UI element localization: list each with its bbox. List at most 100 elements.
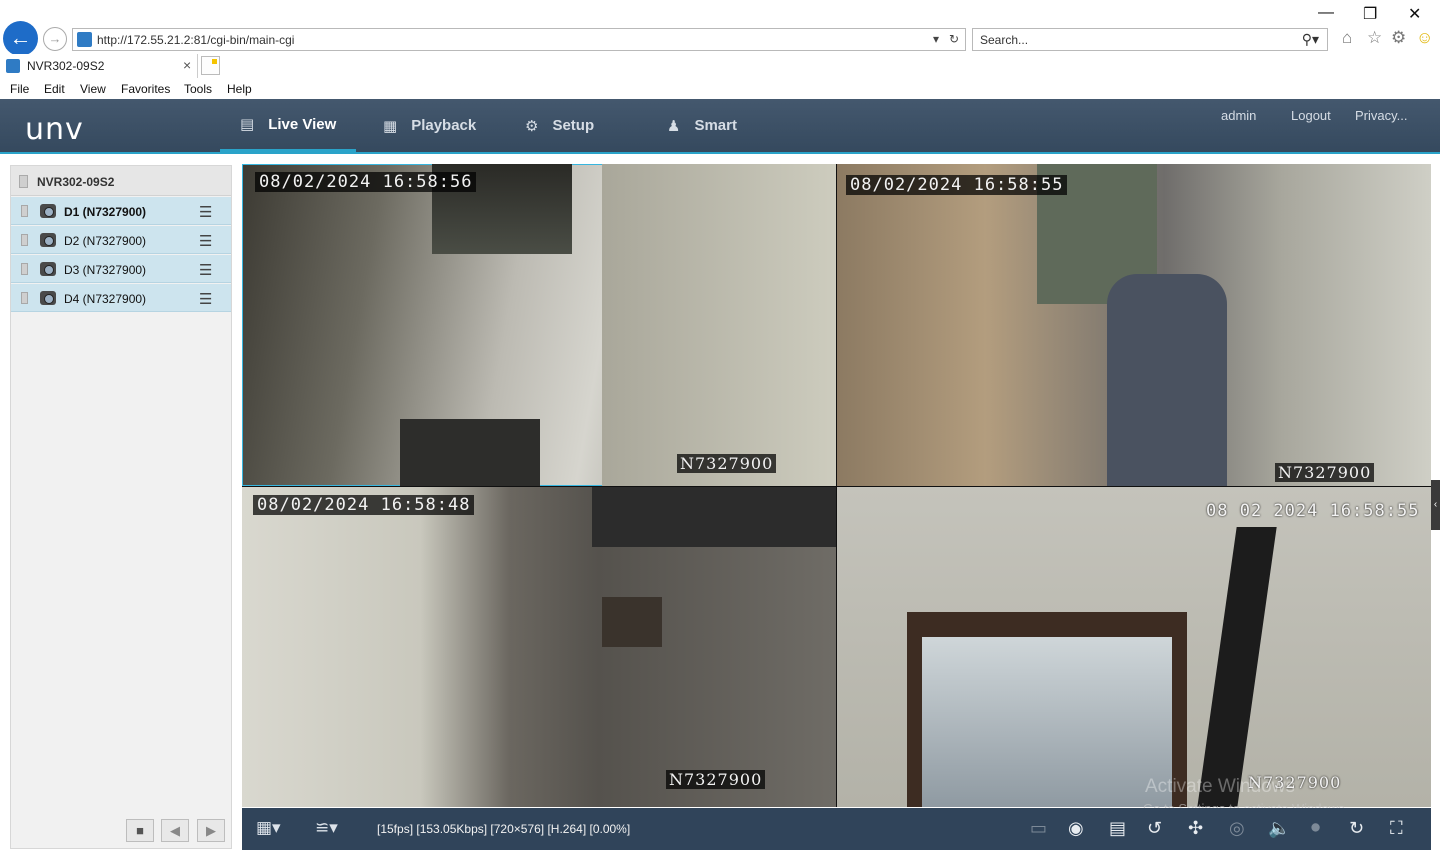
site-favicon-icon: [77, 32, 92, 47]
nav-playback[interactable]: ▦ Playback: [383, 99, 476, 152]
nvr-node[interactable]: NVR302-09S2: [11, 166, 231, 196]
search-icon[interactable]: ⚲▾: [1302, 31, 1319, 48]
camera-icon: [40, 262, 56, 276]
stream-type-icon[interactable]: ≌▾: [315, 818, 338, 838]
device-label: D1 (N7327900): [64, 205, 147, 219]
prev-page-icon[interactable]: ◀: [161, 819, 189, 842]
next-page-icon[interactable]: ▶: [197, 819, 225, 842]
device-row-d4[interactable]: D4 (N7327900) ☰: [11, 284, 231, 312]
video-timestamp: 08/02/2024 16:58:48: [253, 495, 475, 515]
video-feed-object: [400, 419, 540, 486]
privacy-link[interactable]: Privacy...: [1355, 108, 1408, 123]
video-feed-cables: [1197, 527, 1277, 807]
video-tile-d1[interactable]: 08/02/2024 16:58:56 N7327900: [242, 164, 836, 486]
person-icon: ♟: [667, 117, 681, 135]
3d-zoom-icon[interactable]: ↻: [1349, 818, 1364, 839]
instant-playback-icon[interactable]: ↺: [1147, 818, 1162, 839]
digital-zoom-icon[interactable]: ◎: [1229, 818, 1245, 839]
minimize-icon[interactable]: —: [1318, 4, 1334, 22]
video-timestamp: 08/02/2024 16:58:56: [255, 172, 477, 192]
nav-label: Setup: [552, 117, 595, 134]
search-box[interactable]: Search... ⚲▾: [972, 28, 1328, 51]
device-label: D2 (N7327900): [64, 234, 147, 248]
menu-tools[interactable]: Tools: [184, 82, 212, 96]
device-row-d2[interactable]: D2 (N7327900) ☰: [11, 226, 231, 254]
camera-id-label: N7327900: [1275, 463, 1375, 482]
back-arrow-icon[interactable]: ←: [3, 21, 38, 56]
menu-file[interactable]: File: [10, 82, 29, 96]
menu-edit[interactable]: Edit: [44, 82, 65, 96]
snapshot-icon[interactable]: ◉: [1068, 818, 1084, 839]
tab-favicon-icon: [6, 59, 20, 73]
favorites-star-icon[interactable]: ☆: [1367, 28, 1382, 48]
activation-watermark: Activate Windows: [1145, 776, 1295, 797]
menu-favorites[interactable]: Favorites: [121, 82, 170, 96]
tab-close-icon[interactable]: ×: [183, 57, 191, 73]
nvr-name: NVR302-09S2: [37, 175, 115, 189]
fullscreen-icon[interactable]: ⛶: [1390, 818, 1403, 839]
home-icon[interactable]: ⌂: [1342, 28, 1352, 48]
audio-icon[interactable]: 🔈: [1268, 818, 1290, 839]
video-grid: 08/02/2024 16:58:56 N7327900 08/02/2024 …: [242, 164, 1431, 807]
device-status-icon: [21, 234, 28, 246]
nav-label: Live View: [268, 115, 337, 133]
video-tile-d2[interactable]: 08/02/2024 16:58:55 N7327900: [837, 164, 1431, 486]
collapse-panel-icon[interactable]: ‹: [1431, 480, 1440, 530]
nav-label: Smart: [694, 117, 737, 134]
restore-icon[interactable]: ❐: [1363, 4, 1377, 24]
menu-bar: File Edit View Favorites Tools Help: [0, 78, 1440, 99]
refresh-icon[interactable]: ↻: [949, 32, 959, 46]
menu-view[interactable]: View: [80, 82, 106, 96]
record-settings-icon[interactable]: ☰: [199, 261, 212, 279]
close-icon[interactable]: ✕: [1408, 4, 1421, 24]
device-row-d1[interactable]: D1 (N7327900) ☰: [11, 197, 231, 225]
camera-icon: [40, 233, 56, 247]
tab-strip: NVR302-09S2 ×: [0, 54, 1440, 78]
stop-all-button[interactable]: ■: [126, 819, 154, 842]
screen-layout-icon[interactable]: ▦▾: [256, 818, 281, 838]
film-icon: ▦: [383, 117, 398, 135]
address-url[interactable]: http://172.55.21.2:81/cgi-bin/main-cgi: [97, 33, 294, 47]
monitor-icon: ▤: [240, 116, 255, 133]
nav-label: Playback: [411, 117, 477, 134]
camera-id-label: N7327900: [677, 454, 777, 473]
smiley-icon[interactable]: ☺: [1416, 28, 1433, 48]
ptz-icon[interactable]: ✣: [1188, 818, 1203, 839]
nav-live-view[interactable]: ▤ Live View: [220, 99, 357, 152]
video-feed-wall: [602, 164, 836, 486]
record-settings-icon[interactable]: ☰: [199, 290, 212, 308]
search-input[interactable]: Search...: [980, 33, 1028, 47]
video-tile-d3[interactable]: 08/02/2024 16:58:48 N7327900: [242, 487, 836, 807]
gear-icon[interactable]: ⚙: [1391, 28, 1406, 48]
talk-mic-icon[interactable]: ⚫: [1308, 818, 1323, 839]
clip-icon[interactable]: ▤: [1109, 818, 1126, 839]
nav-smart[interactable]: ♟ Smart: [667, 99, 737, 152]
device-status-icon: [21, 292, 28, 304]
local-record-icon[interactable]: ▭: [1030, 818, 1047, 839]
browser-tab[interactable]: NVR302-09S2 ×: [0, 54, 198, 78]
menu-help[interactable]: Help: [227, 82, 252, 96]
logout-link[interactable]: Logout: [1291, 108, 1331, 123]
live-toolbar: ▦▾ ≌▾ [15fps] [153.05Kbps] [720×576] [H.…: [242, 808, 1431, 850]
record-settings-icon[interactable]: ☰: [199, 203, 212, 221]
video-tile-d4[interactable]: 08 02 2024 16:58:55 N7327900: [837, 487, 1431, 807]
panel-footer: ■ ◀ ▶: [11, 814, 231, 848]
video-feed-bike: [592, 487, 836, 547]
camera-id-label: N7327900: [666, 770, 766, 789]
nvr-device-icon: [19, 175, 28, 188]
video-timestamp: 08/02/2024 16:58:55: [846, 175, 1068, 195]
device-row-d3[interactable]: D3 (N7327900) ☰: [11, 255, 231, 283]
app-header: unv ▤ Live View ▦ Playback ⚙ Setup ♟ Sma…: [0, 99, 1440, 154]
new-tab-button[interactable]: [201, 56, 220, 75]
forward-arrow-icon[interactable]: →: [43, 27, 67, 51]
record-settings-icon[interactable]: ☰: [199, 232, 212, 250]
device-status-icon: [21, 205, 28, 217]
device-panel: NVR302-09S2 D1 (N7327900) ☰ D2 (N7327900…: [10, 165, 232, 849]
nav-setup[interactable]: ⚙ Setup: [525, 99, 594, 152]
gear-icon: ⚙: [525, 117, 539, 135]
address-bar[interactable]: http://172.55.21.2:81/cgi-bin/main-cgi ▾…: [72, 28, 966, 51]
stream-info: [15fps] [153.05Kbps] [720×576] [H.264] […: [377, 822, 631, 836]
dropdown-icon[interactable]: ▾: [933, 32, 939, 46]
browser-chrome: ← → http://172.55.21.2:81/cgi-bin/main-c…: [0, 0, 1440, 56]
video-feed-crate: [602, 597, 662, 647]
